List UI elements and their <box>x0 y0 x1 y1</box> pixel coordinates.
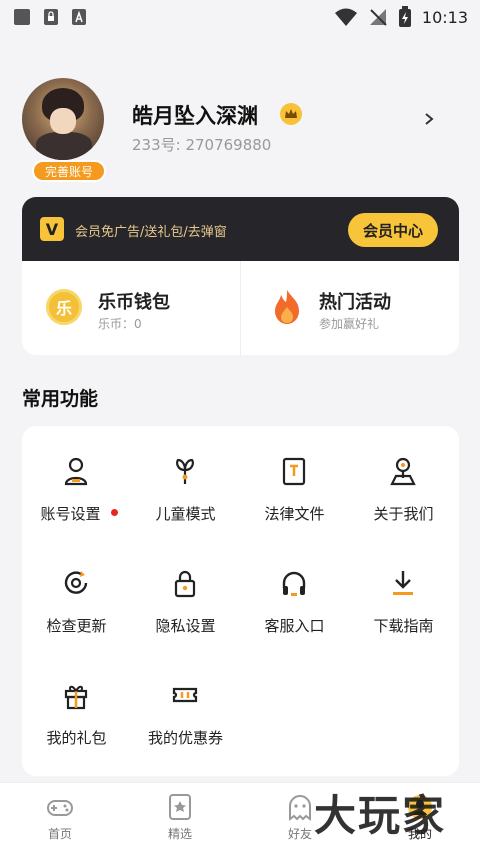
complete-account-badge[interactable]: 完善账号 <box>32 160 106 182</box>
lock-icon <box>174 570 196 598</box>
watermark: 大玩家 <box>314 791 447 840</box>
activity-title: 热门活动 <box>319 292 391 313</box>
coin-icon: 乐 <box>46 289 82 325</box>
vip-logo-icon: V <box>40 217 64 241</box>
func-label: 客服入口 <box>264 617 325 635</box>
app-square-icon <box>14 9 30 25</box>
hot-activity-card[interactable]: 热门活动 参加赢好礼 <box>240 261 458 355</box>
document-icon <box>282 457 306 486</box>
func-label: 儿童模式 <box>155 505 216 523</box>
wallet-balance: 乐币：0 <box>98 317 142 331</box>
tab-label: 首页 <box>47 827 72 841</box>
fire-icon <box>275 290 299 324</box>
user-icon <box>64 457 88 486</box>
username: 皓月坠入深渊 <box>132 104 258 128</box>
gift-icon <box>64 685 88 710</box>
coin-wallet-card[interactable]: 乐 乐币钱包 乐币：0 <box>22 261 240 355</box>
func-label: 下载指南 <box>373 617 434 635</box>
func-kids-mode[interactable]: 儿童模式 <box>131 426 240 526</box>
ghost-icon <box>289 795 311 821</box>
func-label: 法律文件 <box>264 505 325 523</box>
crown-icon <box>280 103 302 125</box>
func-label: 我的礼包 <box>46 729 107 747</box>
vip-center-button[interactable]: 会员中心 <box>348 213 438 247</box>
func-label: 检查更新 <box>46 617 107 635</box>
sprout-icon <box>176 458 194 484</box>
func-label: 账号设置 <box>40 505 101 523</box>
func-check-update[interactable]: 检查更新 <box>22 538 131 638</box>
func-label: 隐私设置 <box>155 617 216 635</box>
coupon-icon <box>172 687 198 703</box>
common-functions-title: 常用功能 <box>22 388 99 410</box>
status-bar: 10:13 <box>0 0 480 34</box>
headphones-icon <box>282 571 306 596</box>
profile-header[interactable]: 完善账号 皓月坠入深渊 233号: 270769880 <box>0 70 480 190</box>
chevron-right-icon[interactable] <box>422 112 436 126</box>
tab-label: 精选 <box>167 827 192 841</box>
func-label: 关于我们 <box>373 505 434 523</box>
clock-time: 10:13 <box>421 7 468 27</box>
update-icon <box>64 571 88 594</box>
func-legal-documents[interactable]: 法律文件 <box>240 426 349 526</box>
vip-card: V 会员免广告/送礼包/去弹窗 会员中心 乐 乐币钱包 乐币：0 热门活动 参加… <box>22 197 459 355</box>
func-about-us[interactable]: 关于我们 <box>349 426 458 526</box>
func-privacy-settings[interactable]: 隐私设置 <box>131 538 240 638</box>
func-label: 我的优惠券 <box>147 729 223 747</box>
func-customer-service[interactable]: 客服入口 <box>240 538 349 638</box>
tab-home[interactable]: 首页 <box>0 783 120 854</box>
wifi-icon <box>334 8 357 26</box>
no-signal-icon <box>369 9 387 26</box>
font-notification-icon <box>72 9 86 25</box>
download-icon <box>393 571 413 595</box>
func-my-gifts[interactable]: 我的礼包 <box>22 650 131 750</box>
activity-subtitle: 参加赢好礼 <box>319 317 380 331</box>
tab-featured[interactable]: 精选 <box>120 783 240 854</box>
gamepad-icon <box>47 800 73 816</box>
notification-dot <box>111 509 118 516</box>
avatar[interactable] <box>22 78 104 160</box>
vip-banner[interactable]: V 会员免广告/送礼包/去弹窗 会员中心 <box>22 197 459 261</box>
user-id: 233号: 270769880 <box>132 136 272 154</box>
func-my-coupons[interactable]: 我的优惠券 <box>131 650 240 750</box>
star-card-icon <box>169 794 191 820</box>
wallet-title: 乐币钱包 <box>98 292 170 313</box>
common-functions-grid: 账号设置 儿童模式 法律文件 关于我们 检查更新 隐私设置 客服入口 下载指南 … <box>22 426 459 776</box>
location-pin-icon <box>390 457 416 486</box>
func-account-settings[interactable]: 账号设置 <box>22 426 131 526</box>
func-download-guide[interactable]: 下载指南 <box>349 538 458 638</box>
lock-notification-icon <box>44 9 58 25</box>
vip-description: 会员免广告/送礼包/去弹窗 <box>75 225 227 240</box>
battery-charging-icon <box>398 6 411 27</box>
